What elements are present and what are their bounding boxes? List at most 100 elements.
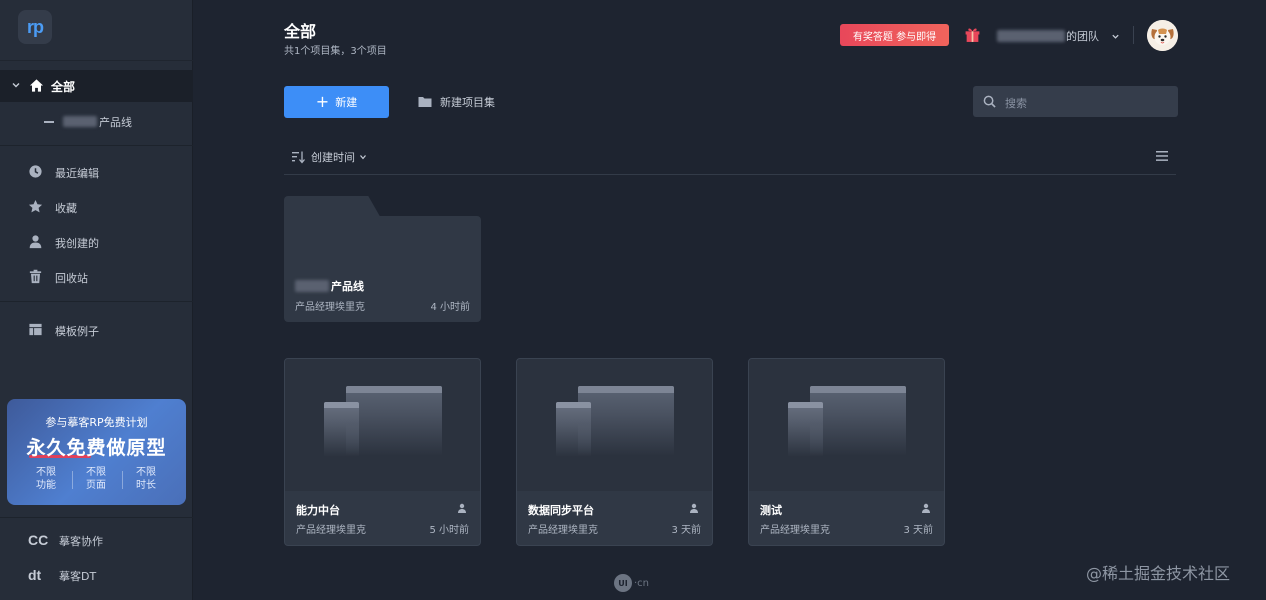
user-icon [458, 503, 466, 513]
window-graphic [556, 402, 591, 457]
chevron-down-icon[interactable] [11, 80, 21, 90]
team-switcher[interactable]: 的团队 [997, 28, 1099, 44]
team-name-suffix: 的团队 [1066, 30, 1099, 43]
project-thumbnail [285, 359, 480, 491]
window-graphic [788, 402, 823, 457]
user-icon [690, 503, 698, 513]
project-owner: 产品经理埃里克 [296, 525, 366, 536]
sort-label: 创建时间 [311, 151, 355, 164]
sidebar-item-recent[interactable]: 最近编辑 [0, 157, 193, 187]
project-name: 数据同步平台 [528, 504, 594, 517]
promo-feature: 不限 页面 [86, 467, 106, 491]
user-icon [922, 503, 930, 513]
avatar[interactable] [1147, 20, 1178, 51]
project-set-time: 4 小时前 [430, 302, 470, 313]
new-project-set-button[interactable]: 新建项目集 [418, 92, 495, 112]
divider [0, 145, 193, 146]
sidebar-item-label: 摹客协作 [59, 535, 103, 548]
trash-icon [29, 269, 42, 284]
promo-banner[interactable]: 参与摹客RP免费计划 永久免费做原型 不限 功能 不限 页面 不限 时长 [7, 399, 186, 505]
list-view-icon[interactable] [1155, 150, 1169, 162]
mockplus-cc-icon: CC [28, 532, 49, 548]
clock-icon [29, 165, 42, 178]
badge-label: 有奖答题 参与即得 [852, 31, 937, 43]
search-placeholder: 搜索 [1005, 97, 1027, 110]
sort-icon [292, 151, 305, 164]
sidebar-item-trash[interactable]: 回收站 [0, 262, 193, 292]
logo-text: rp [27, 16, 44, 37]
window-graphic [578, 386, 674, 456]
search-input[interactable]: 搜索 [973, 86, 1178, 117]
template-icon [29, 323, 42, 336]
search-icon [983, 95, 996, 108]
user-icon [29, 235, 42, 249]
promo-top-text: 参与摹客RP免费计划 [45, 416, 148, 429]
project-time: 3 天前 [671, 525, 701, 536]
sidebar-item-all[interactable]: 全部 [0, 70, 193, 102]
dash-icon [44, 121, 54, 123]
new-button[interactable]: + 新建 [284, 86, 389, 118]
divider [72, 471, 73, 489]
sidebar-item-mockplus-dt[interactable]: dt 摹客DT [0, 560, 193, 590]
juejin-watermark: @稀土掘金技术社区 [1086, 564, 1231, 583]
divider [284, 174, 1176, 175]
sidebar-item-mockplus-cc[interactable]: CC 摹客协作 [0, 525, 193, 555]
project-set-card[interactable]: 产品线 产品经理埃里克 4 小时前 [284, 216, 481, 322]
home-icon [29, 79, 44, 92]
gift-icon[interactable] [964, 26, 981, 43]
new-project-set-label: 新建项目集 [440, 96, 495, 109]
divider [122, 471, 123, 489]
page-title: 全部 [284, 22, 317, 41]
sidebar: rp 全部 产品线 最近编辑 收藏 我创建的 回收站 模板例子 参与摹客RP免费… [0, 0, 193, 600]
divider [1133, 26, 1134, 44]
sidebar-subitem-label: 产品线 [63, 114, 132, 130]
sidebar-item-created-by-me[interactable]: 我创建的 [0, 227, 193, 257]
sidebar-item-label: 回收站 [55, 272, 88, 285]
star-icon [28, 199, 43, 213]
sidebar-item-label: 收藏 [55, 202, 77, 215]
sidebar-subitem-product-line[interactable]: 产品线 [0, 106, 193, 134]
project-name: 能力中台 [296, 504, 340, 517]
sort-dropdown[interactable]: 创建时间 [291, 148, 367, 166]
sidebar-item-favorites[interactable]: 收藏 [0, 192, 193, 222]
page-subtitle: 共1个项目集，3个项目 [284, 46, 387, 57]
sidebar-item-label: 我创建的 [55, 237, 99, 250]
ui-cn-watermark: UI ·cn [614, 574, 649, 592]
dog-avatar-icon [1147, 20, 1178, 51]
folder-icon [418, 97, 432, 107]
project-name: 测试 [760, 504, 782, 517]
quiz-reward-badge[interactable]: 有奖答题 参与即得 [840, 24, 949, 46]
project-set-name: 产品线 [295, 278, 364, 294]
chevron-down-icon[interactable] [1111, 32, 1120, 41]
divider [0, 517, 193, 518]
project-thumbnail [749, 359, 944, 491]
redacted-text [997, 30, 1065, 42]
window-graphic [810, 386, 906, 456]
sidebar-item-templates[interactable]: 模板例子 [0, 315, 193, 345]
watermark-logo: UI [614, 574, 632, 592]
project-owner: 产品经理埃里克 [760, 525, 830, 536]
project-card[interactable]: 数据同步平台 产品经理埃里克 3 天前 [516, 358, 713, 546]
sidebar-item-label: 摹客DT [59, 570, 97, 583]
project-time: 5 小时前 [429, 525, 469, 536]
redacted-text [63, 116, 97, 127]
watermark-suffix: ·cn [634, 577, 650, 589]
chevron-down-icon [360, 155, 366, 160]
window-graphic [346, 386, 442, 456]
window-graphic [324, 402, 359, 457]
project-card[interactable]: 能力中台 产品经理埃里克 5 小时前 [284, 358, 481, 546]
redacted-text [295, 280, 329, 292]
plus-icon: + [315, 92, 330, 111]
project-card[interactable]: 测试 产品经理埃里克 3 天前 [748, 358, 945, 546]
promo-feature: 不限 时长 [136, 467, 156, 491]
sidebar-item-label: 全部 [51, 80, 76, 94]
sidebar-item-label: 最近编辑 [55, 167, 99, 180]
sidebar-item-label: 模板例子 [55, 325, 99, 338]
project-time: 3 天前 [903, 525, 933, 536]
app-logo[interactable]: rp [18, 10, 52, 44]
project-thumbnail [517, 359, 712, 491]
project-set-owner: 产品经理埃里克 [295, 302, 365, 313]
promo-feature: 不限 功能 [36, 467, 56, 491]
project-owner: 产品经理埃里克 [528, 525, 598, 536]
new-button-label: 新建 [335, 96, 358, 109]
